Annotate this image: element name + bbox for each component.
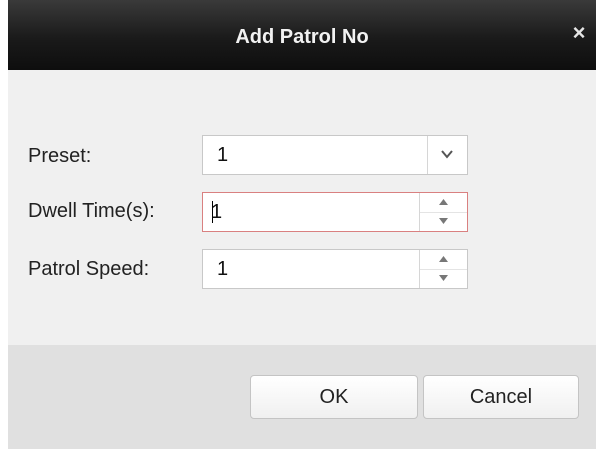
- patrol-speed-input[interactable]: 1: [202, 249, 468, 289]
- arrow-up-icon: [439, 256, 448, 262]
- patrol-speed-increment[interactable]: [420, 250, 467, 270]
- dwell-time-decrement[interactable]: [420, 212, 467, 231]
- chevron-down-icon: [441, 150, 453, 159]
- patrol-speed-spinner[interactable]: [419, 250, 467, 288]
- ok-button[interactable]: OK: [250, 375, 418, 419]
- arrow-down-icon: [439, 218, 448, 224]
- patrol-speed-decrement[interactable]: [420, 269, 467, 288]
- preset-dropdown-button[interactable]: [427, 136, 467, 174]
- dwell-time-value: 1: [211, 201, 223, 223]
- dwell-time-label: Dwell Time(s):: [28, 200, 155, 222]
- preset-select[interactable]: 1: [202, 135, 468, 175]
- arrow-up-icon: [439, 199, 448, 205]
- close-icon[interactable]: ×: [568, 20, 590, 46]
- patrol-speed-label: Patrol Speed:: [28, 258, 150, 280]
- dwell-time-spinner[interactable]: [419, 193, 467, 231]
- dwell-time-input[interactable]: 1: [202, 192, 468, 232]
- dialog-titlebar: Add Patrol No ×: [8, 0, 596, 70]
- cancel-button[interactable]: Cancel: [423, 375, 579, 419]
- dwell-time-increment[interactable]: [420, 193, 467, 213]
- preset-value: 1: [217, 144, 229, 166]
- patrol-speed-value: 1: [217, 258, 229, 280]
- arrow-down-icon: [439, 275, 448, 281]
- preset-label: Preset:: [28, 145, 92, 167]
- dialog-title: Add Patrol No: [235, 26, 369, 48]
